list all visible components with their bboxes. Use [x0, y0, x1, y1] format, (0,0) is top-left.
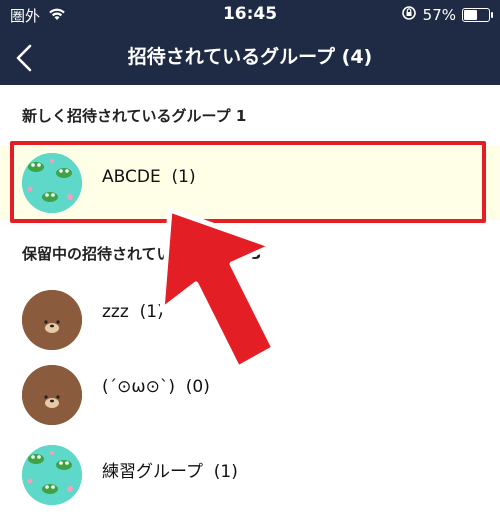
group-name: 練習グループ (1) — [102, 462, 238, 482]
group-avatar-bear — [22, 365, 82, 425]
battery-fill — [464, 10, 477, 20]
page-title: 招待されているグループ (4) — [127, 46, 373, 68]
highlight-box — [10, 141, 486, 223]
list-item[interactable]: zzz (1) — [0, 280, 500, 350]
status-bar: 圏外 16:45 57% — [0, 0, 500, 30]
group-avatar-frog — [22, 445, 82, 505]
list-item[interactable]: (´⊙ω⊙`) (0) — [0, 355, 500, 425]
section-header-new: 新しく招待されているグループ 1 — [22, 107, 247, 125]
section-header-pending: 保留中の招待されているグループ 3 — [22, 245, 262, 263]
group-avatar-bear — [22, 290, 82, 350]
status-right: 57% — [401, 5, 493, 25]
rotation-lock-icon — [401, 5, 417, 25]
group-name: zzz (1) — [102, 302, 164, 322]
list-item[interactable]: 練習グループ (1) — [0, 435, 500, 505]
group-name: (´⊙ω⊙`) (0) — [102, 377, 210, 397]
battery-icon — [462, 8, 493, 22]
battery-percent: 57% — [422, 6, 456, 24]
nav-bar: 招待されているグループ (4) — [0, 30, 500, 85]
